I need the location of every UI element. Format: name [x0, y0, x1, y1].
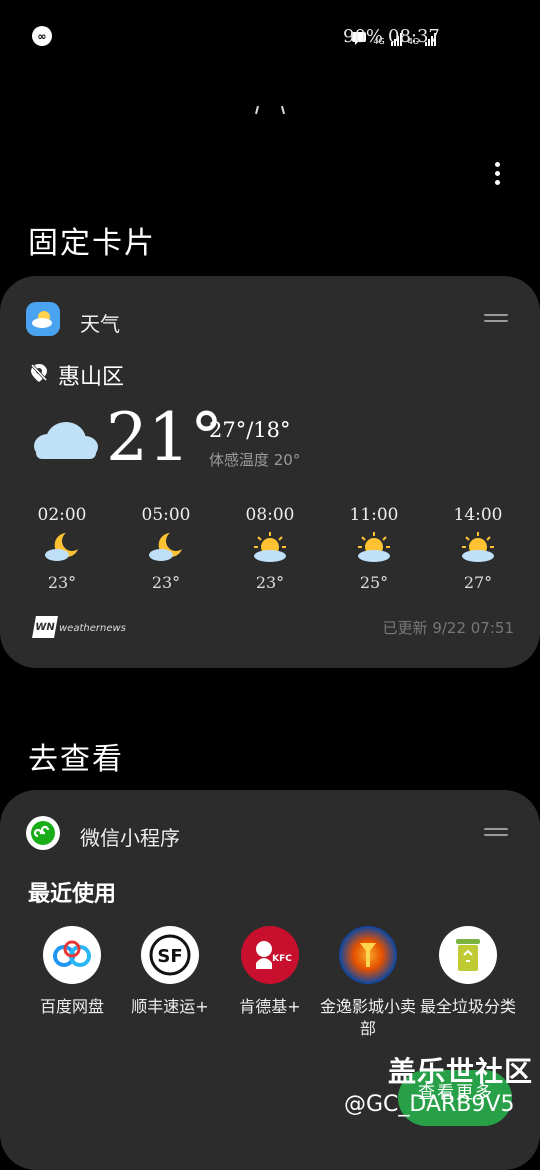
section-title-explore: 去查看: [28, 742, 124, 777]
current-temperature: 21°: [106, 399, 223, 476]
moon-cloud-icon: [149, 533, 182, 561]
hourly-temp: 23°: [255, 573, 285, 592]
mini-program-card-title: 微信小程序: [80, 826, 180, 850]
svg-text:SF: SF: [157, 946, 182, 967]
watermark-handle: @GC_DARB9V5: [344, 1092, 515, 1117]
sf-express-icon: SF: [141, 926, 199, 984]
app-sf-express[interactable]: SF 顺丰速运+: [120, 926, 220, 1018]
location-name: 惠山区: [58, 365, 125, 390]
drag-handle-icon[interactable]: [484, 828, 508, 838]
more-options-icon[interactable]: [493, 162, 501, 190]
app-label: 顺丰速运+: [131, 997, 209, 1016]
hourly-time: 11:00: [349, 505, 399, 525]
cast-icon: ∞: [32, 26, 52, 46]
app-baidu-netdisk[interactable]: 百度网盘: [22, 926, 122, 1018]
hourly-temp: 23°: [151, 573, 181, 592]
hourly-item: 02:00 23°: [22, 505, 102, 592]
app-kfc[interactable]: KFC 肯德基+: [220, 926, 320, 1018]
app-garbage-sorting[interactable]: 最全垃圾分类: [418, 926, 518, 1018]
weathernews-logo-icon: WN: [32, 616, 58, 638]
hourly-item: 14:00 27°: [438, 505, 518, 592]
kfc-icon: KFC: [241, 926, 299, 984]
hourly-temp: 25°: [359, 573, 389, 592]
app-label: 肯德基+: [239, 997, 301, 1016]
app-jinyi-cinema[interactable]: 金逸影城小卖部: [318, 926, 418, 1040]
kfc-logo-text: KFC: [272, 954, 292, 964]
hourly-temp: 27°: [463, 573, 493, 592]
decorative-marks: [254, 105, 286, 116]
clock: 08:37: [388, 26, 440, 47]
jinyi-cinema-icon: [339, 926, 397, 984]
sun-cloud-icon: [254, 532, 286, 562]
hourly-temp: 23°: [47, 573, 77, 592]
feels-like-temperature: 体感温度 20°: [209, 451, 301, 469]
last-updated: 已更新 9/22 07:51: [382, 619, 514, 637]
weather-app-icon: [26, 302, 60, 336]
provider-name: weathernews: [59, 623, 126, 634]
sun-cloud-icon: [462, 532, 494, 562]
battery-level: 90%: [343, 26, 384, 47]
hourly-time: 08:00: [245, 505, 295, 525]
hourly-time: 02:00: [37, 505, 87, 525]
baidu-netdisk-icon: [43, 926, 101, 984]
sun-cloud-icon: [358, 532, 390, 562]
hourly-time: 14:00: [453, 505, 503, 525]
recycle-bin-icon: [439, 926, 497, 984]
drag-handle-icon[interactable]: [484, 314, 508, 324]
hourly-item: 08:00 23°: [230, 505, 310, 592]
section-title-pinned: 固定卡片: [28, 226, 156, 261]
moon-cloud-icon: [45, 533, 78, 561]
app-label: 金逸影城小卖部: [319, 997, 416, 1038]
weather-card-title: 天气: [80, 312, 120, 336]
hourly-time: 05:00: [141, 505, 191, 525]
hourly-item: 11:00 25°: [334, 505, 414, 592]
mini-program-app-icon: [26, 816, 60, 850]
watermark-title: 盖乐世社区: [388, 1055, 534, 1088]
app-label: 百度网盘: [39, 997, 104, 1016]
recent-used-title: 最近使用: [28, 882, 117, 907]
cloud-icon: [34, 422, 98, 459]
high-low-temperature: 27°/18°: [209, 418, 291, 442]
hourly-item: 05:00 23°: [126, 505, 206, 592]
location-off-icon: [30, 363, 48, 382]
app-label: 最全垃圾分类: [419, 997, 516, 1016]
weather-card[interactable]: 天气 惠山区 21° 27°/18° 体感温度 20° 02:00 23° 05…: [0, 276, 540, 668]
